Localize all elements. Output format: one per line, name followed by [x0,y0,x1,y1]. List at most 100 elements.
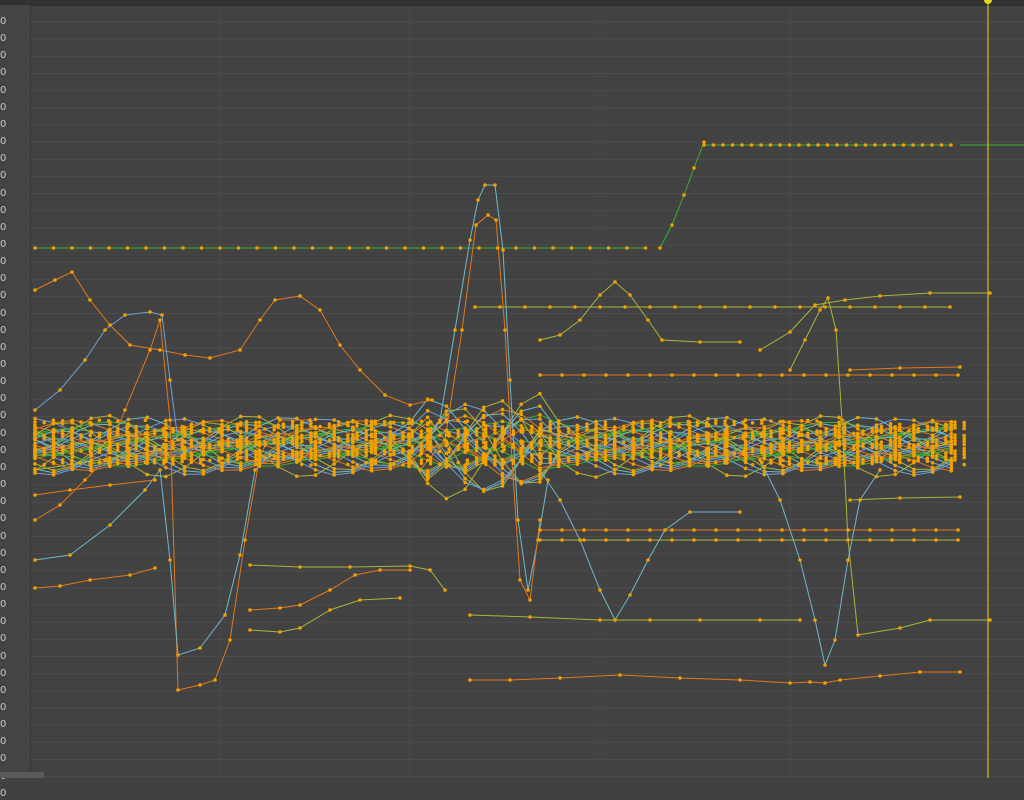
keyframe-point [799,428,804,432]
keyframe-point [706,441,710,446]
keyframe-point [502,444,507,449]
keyframe-point [687,414,692,418]
keyframe-point [870,442,874,447]
keyframe-point [796,447,801,451]
keyframe-point [235,451,240,456]
keyframe-point [556,464,561,469]
keyframe-point [928,618,932,622]
keyframe-point [566,456,571,460]
keyframe-point [780,373,784,377]
keyframe-point [168,378,172,382]
keyframe-point [769,458,773,462]
keyframe-point [276,464,280,468]
keyframe-point [369,468,374,473]
keyframe-point [217,440,221,444]
keyframe-point [736,528,740,532]
keyframe-point [366,246,370,250]
keyframe-point [238,414,243,419]
keyframe-point [238,434,243,439]
keyframe-point [944,422,948,427]
keyframe-point [201,463,206,468]
keyframe-point [692,538,696,542]
keyframe-point [398,596,402,600]
keyframe-point [257,420,262,425]
keyframe-point [949,439,954,444]
keyframe-point [668,431,672,436]
keyframe-point [428,420,433,424]
keyframe-point [410,428,415,433]
keyframe-point [704,463,709,467]
keyframe-point [575,471,580,475]
keyframe-point [351,436,355,441]
keyframe-point [695,449,700,454]
keyframe-point [631,451,635,455]
keyframe-point [799,432,804,437]
keyframe-point [538,391,542,396]
keyframe-point [670,373,674,377]
horizontal-scrollbar[interactable] [0,772,44,778]
keyframe-point [235,438,240,443]
keyframe-point [295,436,299,441]
keyframe-point [802,373,806,377]
keyframe-point [762,456,767,461]
keyframe-point [518,578,522,582]
keyframe-point [548,451,552,456]
keyframe-point [781,453,785,457]
playhead-handle-icon[interactable] [984,0,992,4]
keyframe-point [670,223,674,227]
keyframe-point [313,462,318,467]
keyframe-point [276,455,280,460]
keyframe-point [837,449,841,454]
keyframe-point [272,437,277,442]
keyframe-point [182,472,187,477]
keyframe-point [70,426,74,431]
keyframe-point [332,473,337,477]
keyframe-point [818,450,823,454]
keyframe-point [425,468,430,473]
curve-graph[interactable] [0,0,1024,778]
keyframe-point [238,455,243,460]
keyframe-point [594,475,598,479]
keyframe-point [743,426,748,431]
keyframe-point [88,433,92,438]
keyframe-point [89,468,93,473]
keyframe-point [833,424,838,429]
keyframe-point [276,442,280,446]
keyframe-point [97,460,102,465]
keyframe-point [643,246,648,250]
graph-editor[interactable]: 0000000000000000000000000000000000000000… [0,0,1024,799]
keyframe-point [758,373,762,377]
keyframe-point [33,441,37,446]
keyframe-point [272,424,277,429]
keyframe-point [482,405,486,410]
keyframe-point [392,449,396,454]
keyframe-point [538,468,542,472]
keyframe-point [106,458,111,462]
keyframe-point [888,438,893,442]
keyframe-point [182,433,187,438]
keyframe-point [78,461,82,465]
keyframe-point [276,451,280,455]
keyframe-point [813,618,817,622]
keyframe-point [539,454,543,458]
keyframe-point [369,434,374,438]
keyframe-point [51,473,56,477]
keyframe-point [408,403,412,407]
keyframe-point [824,426,828,431]
keyframe-point [668,460,672,465]
keyframe-point [79,420,83,424]
keyframe-point [346,462,350,467]
keyframe-point [649,420,654,425]
keyframe-point [861,442,865,446]
keyframe-point [298,294,302,298]
keyframe-point [295,458,299,463]
keyframe-point [798,618,802,622]
keyframe-point [42,462,46,467]
keyframe-point [730,143,735,147]
keyframe-point [594,419,598,424]
keyframe-point [388,425,393,429]
keyframe-point [236,246,241,250]
keyframe-point [714,373,718,377]
keyframe-point [443,588,447,592]
keyframe-point [631,462,636,466]
